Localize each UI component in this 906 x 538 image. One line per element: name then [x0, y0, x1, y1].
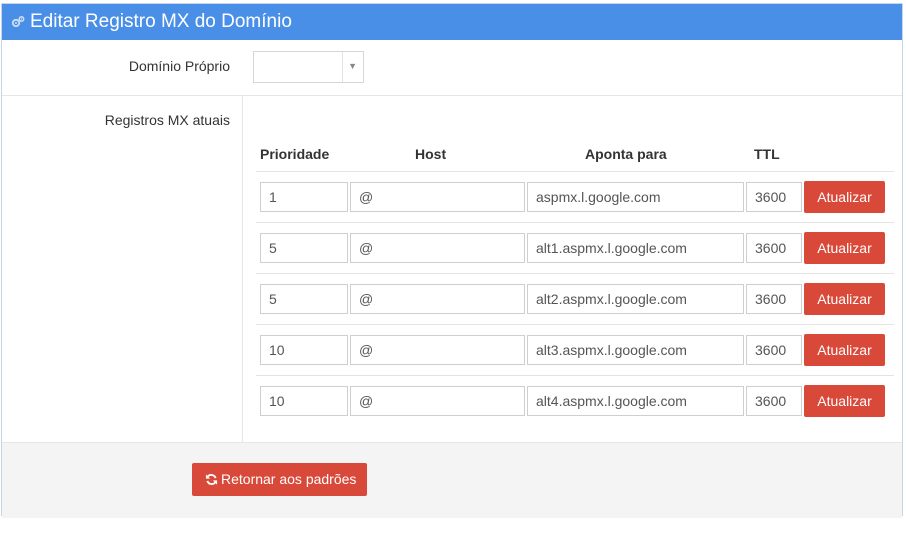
column-divider [242, 95, 243, 443]
refresh-icon [205, 474, 218, 485]
priority-input[interactable]: 10 [260, 386, 348, 416]
host-input[interactable]: @ [350, 335, 525, 365]
row-divider [256, 273, 894, 274]
panel-header: Editar Registro MX do Domínio [2, 4, 902, 40]
host-input[interactable]: @ [350, 386, 525, 416]
col-header-priority: Prioridade [260, 146, 330, 162]
mx-edit-panel: Editar Registro MX do Domínio Domínio Pr… [1, 3, 903, 518]
host-input[interactable]: @ [350, 284, 525, 314]
domain-select[interactable]: ▼ [253, 51, 364, 83]
update-button[interactable]: Atualizar [804, 385, 885, 417]
host-input[interactable]: @ [350, 233, 525, 263]
gears-icon [11, 16, 25, 28]
mx-records-label: Registros MX atuais [104, 112, 230, 128]
row-divider [256, 324, 894, 325]
domain-label: Domínio Próprio [128, 58, 230, 74]
ttl-input[interactable]: 3600 [746, 284, 802, 314]
points-to-input[interactable]: alt3.aspmx.l.google.com [527, 335, 744, 365]
row-divider [256, 222, 894, 223]
update-button[interactable]: Atualizar [804, 232, 885, 264]
table-divider [256, 171, 894, 172]
priority-input[interactable]: 5 [260, 284, 348, 314]
update-button[interactable]: Atualizar [804, 181, 885, 213]
col-header-points-to: Aponta para [585, 146, 667, 162]
select-divider [342, 52, 343, 82]
ttl-input[interactable]: 3600 [746, 386, 802, 416]
priority-input[interactable]: 1 [260, 182, 348, 212]
ttl-input[interactable]: 3600 [746, 182, 802, 212]
reset-defaults-button[interactable]: Retornar aos padrões [192, 463, 367, 496]
panel-title: Editar Registro MX do Domínio [30, 11, 292, 32]
ttl-input[interactable]: 3600 [746, 335, 802, 365]
update-button[interactable]: Atualizar [804, 334, 885, 366]
domain-row: Domínio Próprio ▼ [2, 40, 902, 96]
caret-down-icon: ▼ [348, 61, 357, 71]
points-to-input[interactable]: alt1.aspmx.l.google.com [527, 233, 744, 263]
reset-defaults-label: Retornar aos padrões [221, 471, 357, 487]
col-header-ttl: TTL [754, 146, 780, 162]
points-to-input[interactable]: alt2.aspmx.l.google.com [527, 284, 744, 314]
update-button[interactable]: Atualizar [804, 283, 885, 315]
panel-footer: Retornar aos padrões [2, 442, 902, 518]
host-input[interactable]: @ [350, 182, 525, 212]
priority-input[interactable]: 10 [260, 335, 348, 365]
points-to-input[interactable]: aspmx.l.google.com [527, 182, 744, 212]
ttl-input[interactable]: 3600 [746, 233, 802, 263]
col-header-host: Host [415, 146, 447, 162]
row-divider [256, 375, 894, 376]
points-to-input[interactable]: alt4.aspmx.l.google.com [527, 386, 744, 416]
priority-input[interactable]: 5 [260, 233, 348, 263]
